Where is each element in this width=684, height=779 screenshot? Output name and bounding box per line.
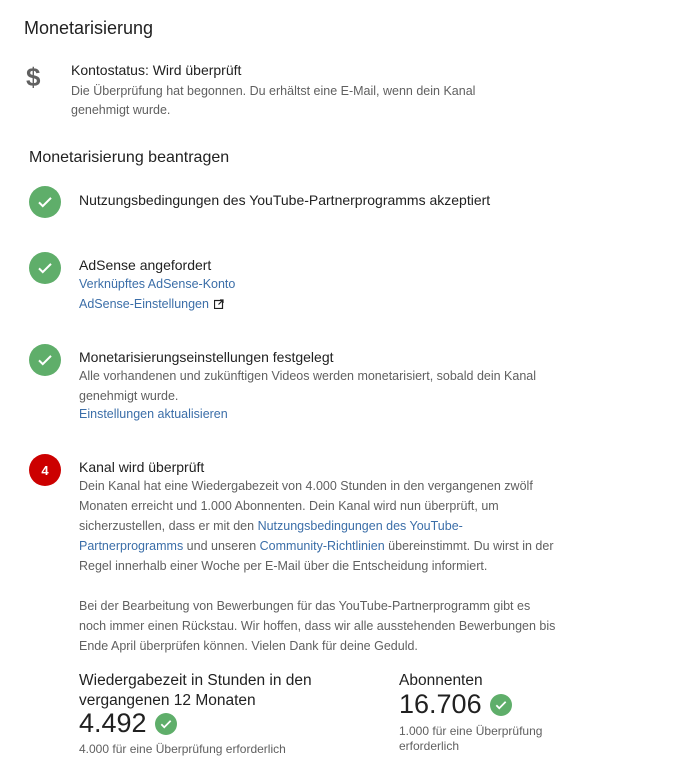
step-terms-title: Nutzungsbedingungen des YouTube-Partnerp…: [79, 192, 491, 208]
external-link-icon: [213, 299, 224, 309]
dollar-icon: $: [26, 62, 41, 92]
check-icon: [29, 252, 61, 284]
step-monetization-settings-description: Alle vorhandenen und zukünftigen Videos …: [79, 369, 537, 403]
step-adsense-title: AdSense angefordert: [79, 257, 212, 273]
account-status: Kontostatus: Wird überprüft: [71, 62, 242, 78]
watch-time-stat: 4.492: [79, 708, 177, 739]
apply-heading: Monetarisierung beantragen: [29, 149, 230, 166]
check-icon: [29, 344, 61, 376]
step-review-title: Kanal wird überprüft: [79, 459, 205, 475]
linked-adsense-account-link[interactable]: Verknüpftes AdSense-Konto: [79, 274, 235, 294]
step-number-badge: 4: [29, 454, 61, 486]
step-monetization-settings-title: Monetarisierungseinstellungen festgelegt: [79, 349, 334, 365]
watch-time-value: 4.492: [79, 708, 147, 738]
account-status-description: Die Überprüfung hat begonnen. Du erhälts…: [71, 84, 476, 117]
watch-time-label: Wiedergabezeit in Stunden in den vergang…: [79, 672, 312, 709]
subscribers-stat: 16.706: [399, 689, 512, 720]
community-guidelines-link[interactable]: Community-Richtlinien: [260, 539, 385, 553]
update-settings-link[interactable]: Einstellungen aktualisieren: [79, 404, 228, 424]
adsense-settings-link[interactable]: AdSense-Einstellungen: [79, 294, 224, 314]
watch-time-requirement: 4.000 für eine Überprüfung erforderlich: [79, 742, 286, 756]
subscribers-label: Abonnenten: [399, 672, 483, 689]
backlog-notice: Bei der Bearbeitung von Bewerbungen für …: [79, 599, 556, 653]
review-text-part: und unseren: [183, 539, 260, 553]
step-review-paragraph: Dein Kanal hat eine Wiedergabezeit von 4…: [79, 476, 557, 576]
subscribers-requirement: 1.000 für eine Überprüfung erforderlich: [399, 724, 543, 753]
page-title: Monetarisierung: [24, 18, 154, 38]
adsense-settings-label: AdSense-Einstellungen: [79, 297, 209, 311]
check-icon: [489, 693, 512, 716]
subscribers-value: 16.706: [399, 689, 482, 719]
check-icon: [29, 186, 61, 218]
check-icon: [154, 712, 177, 735]
